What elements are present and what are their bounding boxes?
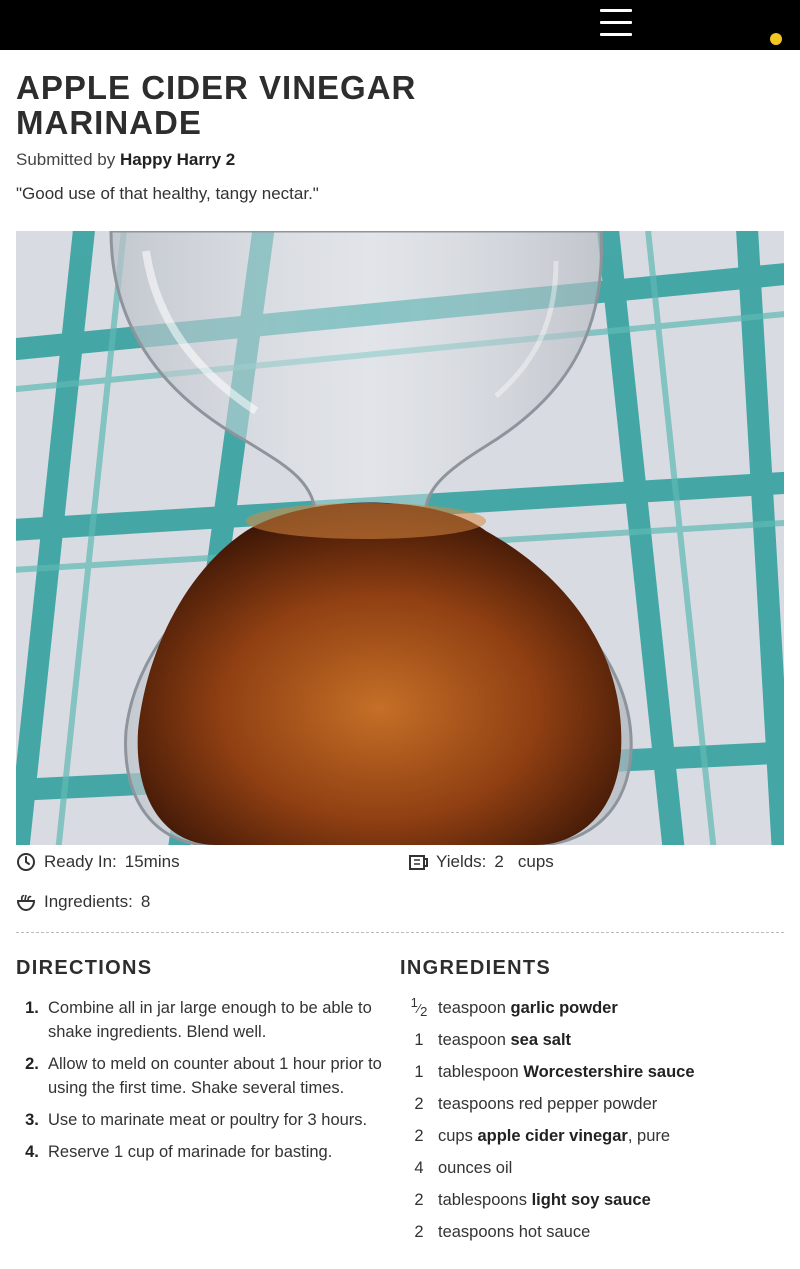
step-text: Use to marinate meat or poultry for 3 ho…: [48, 1111, 368, 1129]
yields-unit: cups: [517, 852, 554, 871]
hamburger-menu-icon[interactable]: [598, 8, 634, 38]
ingredient-item: 4 ounces oil: [400, 1156, 784, 1188]
ingredient-qty: 2: [414, 1127, 424, 1145]
ingredient-qty: 2: [414, 1223, 424, 1241]
step-number: 3.: [25, 1111, 39, 1129]
step-text: Combine all in jar large enough to be ab…: [48, 999, 372, 1041]
ingredient-item: 1 teaspoon sea salt: [400, 1028, 784, 1060]
bowl-icon: [16, 892, 36, 912]
direction-step: 1. Combine all in jar large enough to be…: [16, 996, 400, 1044]
ingredient-item: 2 teaspoons hot sauce: [400, 1220, 784, 1252]
clock-icon: [16, 852, 36, 872]
section-divider: [16, 932, 784, 933]
ingredient-suffix: , pure: [627, 1127, 671, 1145]
direction-step: 3. Use to marinate meat or poultry for 3…: [16, 1108, 400, 1132]
ingredient-link[interactable]: garlic powder: [510, 999, 617, 1017]
ingredient-item: 2 tablespoons light soy sauce: [400, 1188, 784, 1220]
ingredient-unit: teaspoons red pepper powder: [438, 1095, 658, 1113]
ingredients-list: 1⁄2 teaspoon garlic powder 1 teaspoon se…: [400, 995, 784, 1252]
ingredient-qty: 2: [414, 1095, 424, 1113]
ready-in-label: Ready In:: [44, 852, 117, 871]
ingredient-link[interactable]: light soy sauce: [532, 1191, 651, 1209]
submitted-by: Submitted by Happy Harry 2: [16, 150, 235, 170]
ingredient-desc: teaspoons hot sauce: [438, 1220, 590, 1252]
yields-label: Yields:: [436, 852, 487, 871]
step-text: Allow to meld on counter about 1 hour pr…: [48, 1055, 382, 1097]
ingredient-qty: 1: [414, 1031, 424, 1049]
step-text: Reserve 1 cup of marinade for basting.: [48, 1143, 333, 1161]
yield-icon: [408, 852, 428, 872]
ingredient-desc: teaspoons red pepper powder: [438, 1092, 657, 1124]
ingredient-unit: tablespoons: [438, 1191, 532, 1209]
ingredient-unit: teaspoon: [438, 1031, 511, 1049]
ingredients-count-label: Ingredients:: [44, 892, 133, 911]
recipe-quote: "Good use of that healthy, tangy nectar.…: [16, 184, 319, 203]
notification-dot[interactable]: [770, 33, 782, 45]
ingredient-qty: 2: [414, 1191, 424, 1209]
ingredient-desc: cups apple cider vinegar, pure: [438, 1124, 670, 1156]
directions-list: 1. Combine all in jar large enough to be…: [16, 996, 400, 1172]
yields: Yields: 2 cups: [408, 852, 554, 872]
ingredient-unit: ounces oil: [438, 1159, 513, 1177]
ingredients-heading: INGREDIENTS: [400, 957, 551, 979]
ingredient-item: 2 teaspoons red pepper powder: [400, 1092, 784, 1124]
ingredient-unit: cups: [438, 1127, 478, 1145]
directions-heading: DIRECTIONS: [16, 957, 153, 979]
direction-step: 2. Allow to meld on counter about 1 hour…: [16, 1052, 400, 1100]
step-number: 1.: [25, 999, 39, 1017]
ingredient-item: 1 tablespoon Worcestershire sauce: [400, 1060, 784, 1092]
ready-in: Ready In: 15mins: [16, 852, 180, 872]
ingredient-item: 1⁄2 teaspoon garlic powder: [400, 995, 784, 1028]
author-link[interactable]: Happy Harry 2: [120, 150, 235, 169]
ingredient-qty: 1⁄2: [400, 995, 438, 1028]
ingredient-desc: tablespoons light soy sauce: [438, 1188, 651, 1220]
ingredient-qty-fraction: 1⁄2: [410, 995, 428, 1019]
ingredients-count: Ingredients: 8: [16, 892, 150, 912]
ingredient-unit: teaspoon: [438, 999, 511, 1017]
step-number: 4.: [25, 1143, 39, 1161]
ingredient-link[interactable]: Worcestershire sauce: [523, 1063, 694, 1081]
yields-amount: 2: [494, 852, 504, 871]
direction-step: 4. Reserve 1 cup of marinade for basting…: [16, 1140, 400, 1164]
ingredient-link[interactable]: apple cider vinegar: [477, 1127, 627, 1145]
ingredient-desc: tablespoon Worcestershire sauce: [438, 1060, 695, 1092]
ingredient-link[interactable]: sea salt: [510, 1031, 571, 1049]
recipe-title: APPLE CIDER VINEGAR MARINADE: [16, 69, 417, 141]
ingredient-desc: teaspoon garlic powder: [438, 996, 618, 1028]
ingredients-count-value: 8: [140, 892, 151, 911]
ingredient-desc: ounces oil: [438, 1156, 512, 1188]
ingredient-qty: 4: [414, 1159, 424, 1177]
submitted-by-label: Submitted by: [16, 150, 116, 169]
ingredient-desc: teaspoon sea salt: [438, 1028, 571, 1060]
ready-in-value: 15mins: [124, 852, 180, 871]
ingredient-unit: teaspoons hot sauce: [438, 1223, 591, 1241]
step-number: 2.: [25, 1055, 39, 1073]
ingredient-unit: tablespoon: [438, 1063, 524, 1081]
ingredient-item: 2 cups apple cider vinegar, pure: [400, 1124, 784, 1156]
ingredient-qty: 1: [414, 1063, 424, 1081]
recipe-photo[interactable]: [16, 231, 784, 845]
top-navigation-bar: [0, 0, 800, 50]
